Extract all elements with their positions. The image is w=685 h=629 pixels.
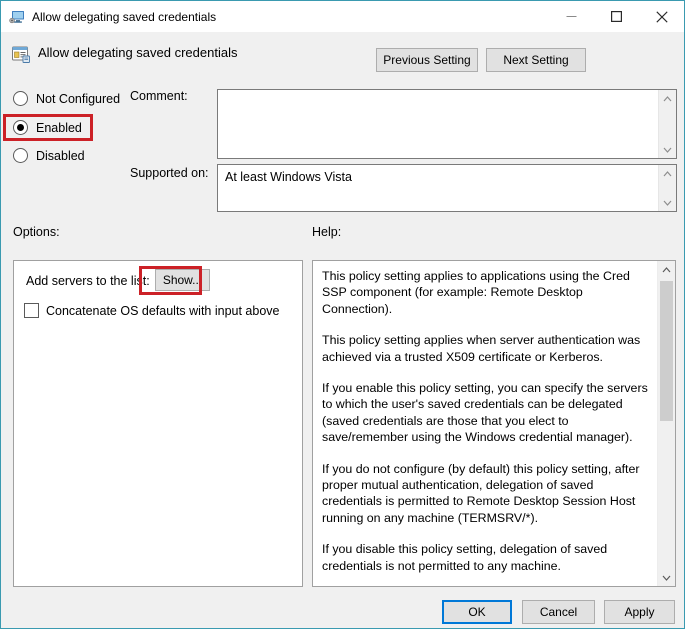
help-paragraph: This policy setting applies when server … bbox=[322, 333, 641, 364]
help-text: This policy setting applies to applicati… bbox=[313, 261, 658, 586]
radio-enabled-label: Enabled bbox=[36, 120, 82, 135]
radio-enabled[interactable]: Enabled bbox=[13, 120, 82, 135]
window-title: Allow delegating saved credentials bbox=[32, 9, 217, 24]
next-setting-button[interactable]: Next Setting bbox=[486, 48, 586, 72]
comment-scrollbar[interactable] bbox=[658, 90, 676, 158]
help-panel: This policy setting applies to applicati… bbox=[312, 260, 676, 587]
show-button[interactable]: Show... bbox=[155, 269, 210, 291]
supported-on-label: Supported on: bbox=[130, 166, 209, 180]
radio-disabled-mark bbox=[13, 148, 28, 163]
concatenate-checkbox-label: Concatenate OS defaults with input above bbox=[46, 303, 280, 318]
options-panel: Add servers to the list: Show... Concate… bbox=[13, 260, 303, 587]
scroll-up-icon[interactable] bbox=[659, 165, 676, 182]
policy-setting-dialog: Allow delegating saved credentials Allow… bbox=[0, 0, 685, 629]
scroll-down-icon[interactable] bbox=[658, 569, 675, 586]
close-icon[interactable] bbox=[639, 1, 684, 32]
radio-not-configured[interactable]: Not Configured bbox=[13, 91, 120, 106]
ok-button[interactable]: OK bbox=[442, 600, 512, 624]
radio-enabled-mark bbox=[13, 120, 28, 135]
concatenate-checkbox-box bbox=[24, 303, 39, 318]
maximize-icon[interactable] bbox=[594, 1, 639, 32]
scroll-down-icon[interactable] bbox=[659, 194, 676, 211]
supported-on-value: At least Windows Vista bbox=[225, 170, 352, 184]
scroll-down-icon[interactable] bbox=[659, 141, 676, 158]
title-bar: Allow delegating saved credentials bbox=[1, 1, 684, 32]
scroll-up-icon[interactable] bbox=[658, 261, 675, 278]
help-paragraph: If you do not configure (by default) thi… bbox=[322, 461, 640, 525]
help-scrollbar-thumb[interactable] bbox=[660, 281, 673, 421]
radio-not-configured-label: Not Configured bbox=[36, 91, 121, 106]
comment-label: Comment: bbox=[130, 89, 188, 103]
apply-button[interactable]: Apply bbox=[604, 600, 675, 624]
help-paragraph: If you disable this policy setting, dele… bbox=[322, 542, 608, 573]
options-label: Options: bbox=[13, 225, 60, 239]
radio-not-configured-mark bbox=[13, 91, 28, 106]
help-paragraph: This policy setting applies to applicati… bbox=[322, 269, 630, 316]
cancel-button[interactable]: Cancel bbox=[522, 600, 595, 624]
window-controls bbox=[549, 1, 684, 32]
comment-input[interactable] bbox=[218, 90, 658, 158]
add-servers-label: Add servers to the list: bbox=[26, 274, 150, 288]
supported-on-field[interactable]: At least Windows Vista bbox=[217, 164, 677, 212]
policy-monitor-icon bbox=[9, 9, 25, 25]
help-label: Help: bbox=[312, 225, 342, 239]
previous-setting-button[interactable]: Previous Setting bbox=[376, 48, 478, 72]
policy-setting-icon bbox=[11, 44, 31, 64]
scroll-up-icon[interactable] bbox=[659, 90, 676, 107]
supported-on-scrollbar[interactable] bbox=[658, 165, 676, 211]
help-paragraph: If you enable this policy setting, you c… bbox=[322, 381, 648, 445]
concatenate-checkbox[interactable]: Concatenate OS defaults with input above bbox=[24, 303, 279, 318]
minimize-icon[interactable] bbox=[549, 1, 594, 32]
radio-disabled[interactable]: Disabled bbox=[13, 148, 85, 163]
setting-title: Allow delegating saved credentials bbox=[38, 45, 238, 60]
radio-disabled-label: Disabled bbox=[36, 148, 85, 163]
comment-field[interactable] bbox=[217, 89, 677, 159]
help-scrollbar[interactable] bbox=[657, 261, 675, 586]
